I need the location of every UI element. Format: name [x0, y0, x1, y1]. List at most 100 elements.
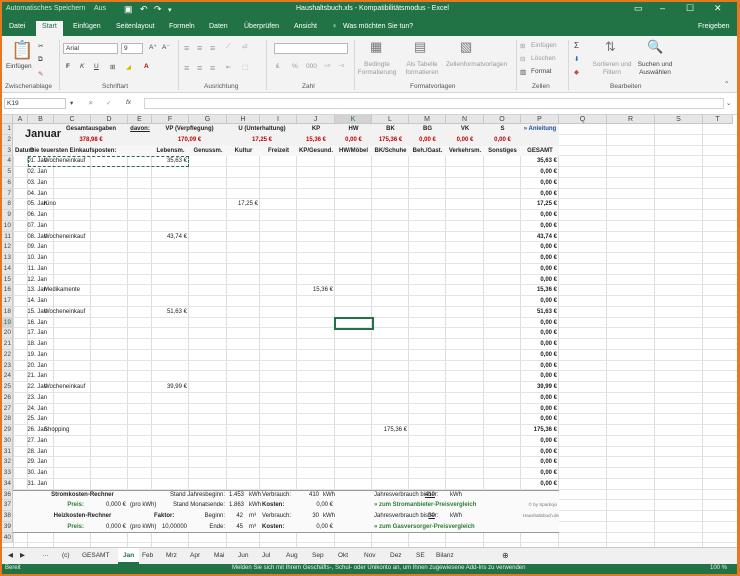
kultur-cell[interactable]: [229, 189, 258, 200]
item-cell[interactable]: [44, 361, 164, 372]
find-select-button[interactable]: Suchen und Auswählen: [634, 61, 676, 77]
lebensm-cell[interactable]: [154, 328, 187, 339]
row-header[interactable]: 38: [2, 511, 13, 522]
kp-cell[interactable]: [299, 178, 333, 189]
row-header[interactable]: 31: [2, 446, 13, 458]
lebensm-cell[interactable]: [154, 414, 187, 425]
clear-icon[interactable]: ◆: [574, 68, 579, 76]
anleitung-link[interactable]: » Anleitung: [523, 124, 557, 135]
bk-cell[interactable]: [374, 371, 407, 382]
redo-icon[interactable]: ↷: [154, 4, 162, 15]
column-header[interactable]: H: [227, 115, 260, 124]
bk-cell[interactable]: [374, 414, 407, 425]
row-header[interactable]: 36: [2, 489, 13, 501]
item-cell[interactable]: [44, 479, 164, 490]
column-header[interactable]: Q: [559, 115, 607, 124]
bk-cell[interactable]: [374, 447, 407, 458]
lebensm-cell[interactable]: [154, 285, 187, 296]
bk-cell[interactable]: [374, 436, 407, 447]
font-size-box[interactable]: 9: [121, 43, 143, 54]
row-header[interactable]: 39: [2, 521, 13, 533]
bk-cell[interactable]: [374, 350, 407, 361]
item-cell[interactable]: [44, 296, 164, 307]
row-header[interactable]: 13: [2, 253, 13, 264]
kultur-cell[interactable]: [229, 210, 258, 221]
sheet-scroll-right-icon[interactable]: ▶: [20, 551, 25, 559]
total-cell[interactable]: 0,00 €: [523, 339, 557, 350]
beginn-value[interactable]: 42: [229, 511, 243, 522]
row-header[interactable]: 1: [2, 124, 13, 135]
kultur-cell[interactable]: [229, 425, 258, 436]
strom-link[interactable]: » zum Stromanbieter-Preisvergleich: [374, 500, 519, 511]
kultur-cell[interactable]: [229, 328, 258, 339]
kp-cell[interactable]: [299, 275, 333, 286]
date-cell[interactable]: 22. Jan: [15, 382, 47, 393]
item-cell[interactable]: [44, 414, 164, 425]
bk-cell[interactable]: [374, 382, 407, 393]
orientation-icon[interactable]: ⟋: [226, 43, 231, 51]
kp-cell[interactable]: [299, 189, 333, 200]
total-cell[interactable]: 0,00 €: [523, 393, 557, 404]
item-cell[interactable]: Kino: [44, 199, 164, 210]
sheet-tab[interactable]: Mai: [214, 552, 224, 559]
lebensm-cell[interactable]: [154, 447, 187, 458]
total-cell[interactable]: 0,00 €: [523, 468, 557, 479]
number-format-box[interactable]: [274, 43, 348, 54]
kp-cell[interactable]: [299, 371, 333, 382]
kp-cell[interactable]: [299, 199, 333, 210]
item-cell[interactable]: [44, 253, 164, 264]
bk-cell[interactable]: [374, 318, 407, 329]
tell-me-box[interactable]: Was möchten Sie tun?: [343, 23, 413, 30]
sheet-tab[interactable]: SE: [416, 552, 425, 559]
kp-cell[interactable]: [299, 457, 333, 468]
format-painter-icon[interactable]: ✎: [38, 70, 43, 78]
item-cell[interactable]: [44, 339, 164, 350]
column-header[interactable]: M: [409, 115, 446, 124]
lebensm-cell[interactable]: [154, 371, 187, 382]
format-cells-button[interactable]: Format: [531, 68, 552, 75]
sheet-tab[interactable]: Nov: [364, 552, 376, 559]
row-header[interactable]: 6: [2, 177, 13, 189]
shrink-font-icon[interactable]: A⁻: [162, 43, 170, 51]
date-cell[interactable]: 07. Jan: [15, 221, 47, 232]
confirm-entry-icon[interactable]: ✓: [106, 99, 111, 107]
tab-datei[interactable]: Datei: [9, 23, 25, 30]
italic-icon[interactable]: K: [80, 63, 84, 70]
lebensm-cell[interactable]: [154, 479, 187, 490]
date-cell[interactable]: 04. Jan: [15, 189, 47, 200]
bk-cell[interactable]: [374, 189, 407, 200]
status-message[interactable]: Melden Sie sich mit Ihrem Geschäfts-, Sc…: [232, 565, 525, 571]
conditional-format-button[interactable]: Bedingte Formatierung: [356, 61, 398, 77]
column-header[interactable]: P: [521, 115, 559, 124]
date-cell[interactable]: 19. Jan: [15, 350, 47, 361]
bk-cell[interactable]: [374, 393, 407, 404]
kp-cell[interactable]: 15,36 €: [299, 285, 333, 296]
select-all-corner[interactable]: [2, 115, 13, 124]
align-left-icon[interactable]: ≡: [184, 63, 189, 73]
sort-filter-button[interactable]: Sortieren und Filtern: [592, 61, 632, 77]
item-cell[interactable]: [44, 210, 164, 221]
row-header[interactable]: 29: [2, 425, 13, 436]
kultur-cell[interactable]: [229, 178, 258, 189]
lebensm-cell[interactable]: [154, 264, 187, 275]
item-cell[interactable]: [44, 264, 164, 275]
name-box[interactable]: K19: [4, 98, 66, 109]
tab-daten[interactable]: Daten: [209, 23, 228, 30]
lebensm-cell[interactable]: [154, 350, 187, 361]
heiz-verbrauch[interactable]: 30: [299, 511, 319, 522]
bk-cell[interactable]: [374, 457, 407, 468]
insert-function-button[interactable]: fx: [126, 99, 131, 106]
item-cell[interactable]: Medikamente: [44, 285, 164, 296]
item-cell[interactable]: [44, 178, 164, 189]
gas-link[interactable]: » zum Gasversorger-Preisvergleich: [374, 522, 519, 533]
total-cell[interactable]: 0,00 €: [523, 457, 557, 468]
sheet-more-icon[interactable]: …: [42, 551, 49, 558]
cell-styles-button[interactable]: Zellenformatvorlagen: [446, 61, 507, 68]
date-cell[interactable]: 13. Jan: [15, 285, 47, 296]
lebensm-cell[interactable]: 51,63 €: [154, 307, 187, 318]
row-header[interactable]: 33: [2, 468, 13, 479]
item-cell[interactable]: [44, 457, 164, 468]
total-cell[interactable]: 0,00 €: [523, 318, 557, 329]
total-cell[interactable]: 0,00 €: [523, 447, 557, 458]
kultur-cell[interactable]: [229, 221, 258, 232]
